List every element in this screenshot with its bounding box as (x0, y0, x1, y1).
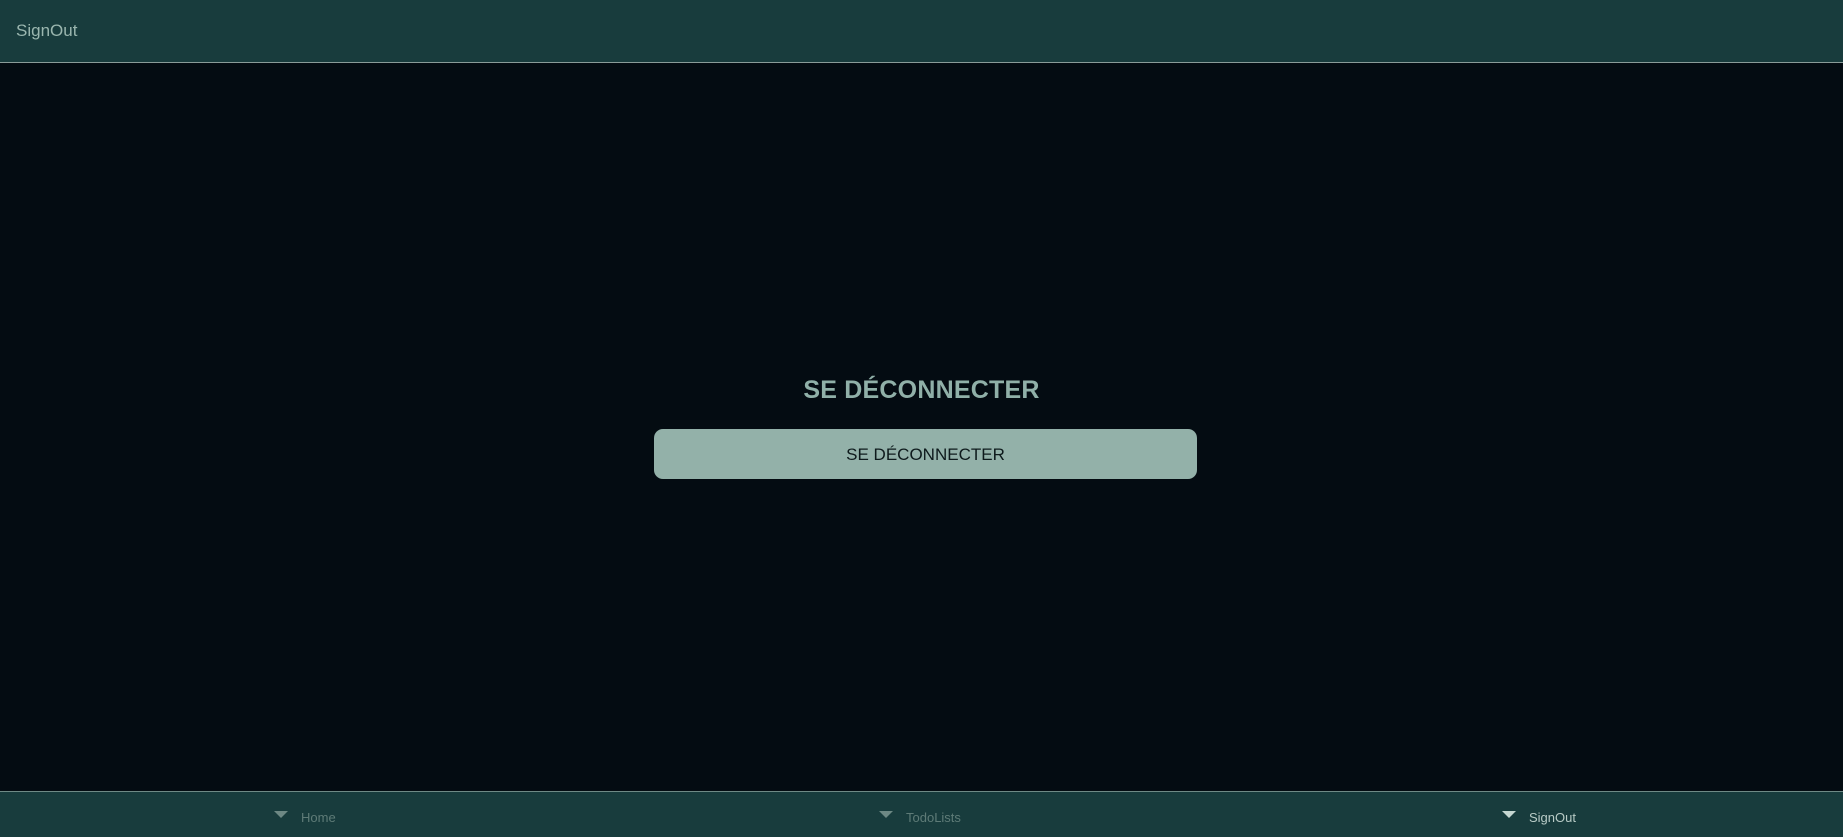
tab-signout[interactable]: SignOut (1502, 792, 1622, 837)
tab-signout-label: SignOut (1529, 810, 1576, 825)
page-heading: SE DÉCONNECTER (803, 376, 1040, 404)
header-title: SignOut (16, 21, 78, 40)
caret-down-icon (1502, 811, 1516, 818)
bottom-tab-bar: Home TodoLists SignOut (0, 791, 1843, 837)
main-content: SE DÉCONNECTER SE DÉCONNECTER (0, 63, 1843, 791)
tab-todolists-label: TodoLists (906, 810, 961, 825)
tab-todolists[interactable]: TodoLists (879, 792, 999, 837)
tab-home-label: Home (301, 810, 336, 825)
sign-out-button[interactable]: SE DÉCONNECTER (654, 429, 1197, 479)
caret-down-icon (879, 811, 893, 818)
tab-home[interactable]: Home (274, 792, 394, 837)
caret-down-icon (274, 811, 288, 818)
app-header: SignOut (0, 0, 1843, 63)
